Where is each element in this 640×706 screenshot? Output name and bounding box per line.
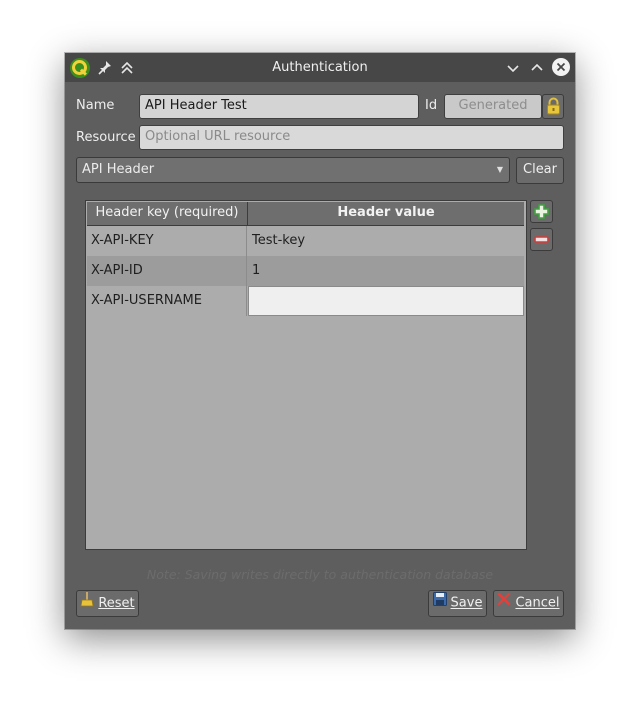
minimize-icon[interactable] [503, 58, 523, 78]
broom-icon [80, 591, 94, 616]
header-value-cell[interactable]: Test-key [248, 226, 524, 256]
table-header: Header key (required) Header value [87, 202, 524, 226]
lock-icon [545, 97, 562, 120]
id-input: Generated [444, 94, 542, 119]
header-key-cell[interactable]: X-API-USERNAME [87, 286, 247, 316]
column-header-key[interactable]: Header key (required) [87, 202, 248, 225]
save-button[interactable]: Save [428, 590, 487, 617]
header-key-cell[interactable]: X-API-KEY [87, 226, 247, 256]
maximize-icon[interactable] [527, 58, 547, 78]
name-input[interactable]: API Header Test [139, 94, 419, 119]
add-header-button[interactable] [530, 200, 553, 223]
close-icon[interactable] [551, 57, 571, 77]
save-label: Save [450, 595, 483, 611]
remove-icon [533, 231, 550, 252]
window-title: Authentication [272, 60, 368, 75]
header-value-cell[interactable]: 1 [248, 256, 524, 286]
header-table: Header key (required) Header value X-API… [85, 200, 527, 550]
lock-id-button[interactable] [542, 94, 564, 119]
reset-button[interactable]: Reset [76, 590, 139, 617]
save-icon [432, 591, 447, 615]
title-bar[interactable]: Authentication [65, 53, 575, 82]
column-header-value[interactable]: Header value [248, 202, 524, 225]
reset-label: Reset [98, 596, 135, 611]
dropdown-arrow-icon: ▼ [496, 165, 503, 174]
resource-input[interactable]: Optional URL resource [139, 125, 564, 150]
header-value-editor[interactable] [248, 286, 524, 316]
cancel-button[interactable]: Cancel [493, 590, 564, 617]
cancel-icon [497, 591, 511, 615]
id-label: Id [425, 98, 438, 113]
name-label: Name [76, 98, 115, 113]
table-row[interactable]: X-API-ID 1 [87, 256, 524, 286]
table-row[interactable]: X-API-USERNAME [87, 286, 524, 316]
cancel-label: Cancel [515, 595, 560, 611]
auth-method-selected: API Header [82, 162, 155, 177]
clear-button[interactable]: Clear [516, 157, 564, 184]
authentication-dialog: Authentication Name API Header Test Id G… [65, 53, 575, 629]
footer-note: Note: Saving writes directly to authenti… [146, 567, 494, 582]
table-row[interactable]: X-API-KEY Test-key [87, 226, 524, 256]
remove-header-button[interactable] [530, 228, 553, 251]
resource-label: Resource [76, 130, 136, 145]
add-icon [533, 203, 550, 224]
header-key-cell[interactable]: X-API-ID [87, 256, 247, 286]
auth-method-select[interactable]: API Header ▼ [76, 157, 510, 183]
